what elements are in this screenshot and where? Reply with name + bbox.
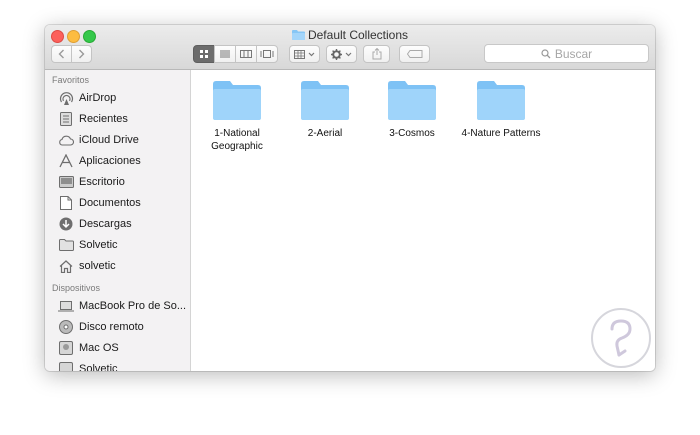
folder-name: 3-Cosmos: [389, 128, 435, 139]
window-title-text: Default Collections: [307, 28, 409, 42]
sidebar: Favoritos AirDrop Recientes iCloud Drive…: [45, 70, 191, 371]
folder-icon: [58, 237, 74, 253]
share-button[interactable]: [363, 45, 390, 63]
sidebar-item-label: Recientes: [79, 113, 128, 125]
sidebar-item-label: Disco remoto: [79, 321, 144, 333]
folder-item[interactable]: 4-Nature Patterns: [456, 80, 546, 140]
gallery-view-button[interactable]: [256, 45, 278, 63]
sidebar-item-label: Solvetic: [79, 239, 118, 251]
file-browser[interactable]: 1-National Geographic 2-Aerial 3-Cosmos …: [191, 70, 655, 371]
sidebar-item-descargas[interactable]: Descargas: [58, 214, 190, 234]
sidebar-item-mac-os[interactable]: Mac OS: [58, 338, 190, 358]
sidebar-item-label: Solvetic: [79, 363, 118, 371]
sidebar-item-label: Mac OS: [79, 342, 119, 354]
tag-icon: [406, 50, 422, 58]
folder-item[interactable]: 3-Cosmos: [370, 80, 454, 140]
sidebar-item-label: solvetic: [79, 260, 116, 272]
list-view-button[interactable]: [214, 45, 236, 63]
home-icon: [58, 258, 74, 274]
chevron-left-icon: [58, 49, 64, 59]
search-icon: [541, 48, 551, 58]
desktop-icon: [58, 174, 74, 190]
drive-icon: [58, 361, 74, 371]
column-view-button[interactable]: [235, 45, 257, 63]
folder-icon: [477, 81, 525, 120]
applications-icon: [58, 153, 74, 169]
list-view-icon: [220, 50, 230, 58]
sidebar-item-label: iCloud Drive: [79, 134, 139, 146]
airdrop-icon: [58, 90, 74, 106]
finder-window: Default Collections Buscar Favoritos Air…: [45, 25, 655, 371]
sidebar-item-solvetic-home[interactable]: solvetic: [58, 256, 190, 276]
sidebar-item-label: AirDrop: [79, 92, 117, 104]
folder-item[interactable]: 1-National Geographic: [195, 80, 279, 153]
share-icon: [372, 48, 381, 60]
folder-name: 1-National Geographic: [211, 128, 263, 152]
folder-name: 2-Aerial: [307, 128, 343, 139]
back-button[interactable]: [51, 45, 72, 63]
chevron-down-icon: [308, 52, 315, 56]
search-field[interactable]: Buscar: [484, 44, 649, 63]
folder-icon: [301, 81, 349, 120]
tags-button[interactable]: [399, 45, 430, 63]
sidebar-item-disco-remoto[interactable]: Disco remoto: [58, 317, 190, 337]
sidebar-item-label: MacBook Pro de So...: [79, 300, 186, 312]
folder-icon: [388, 81, 436, 120]
action-button[interactable]: [326, 45, 357, 63]
forward-button[interactable]: [71, 45, 92, 63]
document-icon: [58, 195, 74, 211]
sidebar-item-airdrop[interactable]: AirDrop: [58, 88, 190, 108]
sidebar-item-label: Aplicaciones: [79, 155, 141, 167]
column-view-icon: [240, 50, 252, 58]
title-bar[interactable]: Default Collections Buscar: [45, 25, 655, 70]
sidebar-item-solvetic-drive[interactable]: Solvetic: [58, 359, 190, 371]
sidebar-item-solvetic-folder[interactable]: Solvetic: [58, 235, 190, 255]
laptop-icon: [58, 298, 74, 314]
group-button[interactable]: [289, 45, 320, 63]
sidebar-section-devices: Dispositivos: [52, 283, 101, 293]
gallery-view-icon: [260, 50, 274, 58]
disc-icon: [58, 319, 74, 335]
group-grid-icon: [294, 49, 305, 59]
sidebar-item-macbook[interactable]: MacBook Pro de So...: [58, 296, 190, 316]
sidebar-item-escritorio[interactable]: Escritorio: [58, 172, 190, 192]
chevron-down-icon: [345, 52, 352, 56]
folder-icon: [213, 81, 261, 120]
sidebar-item-recientes[interactable]: Recientes: [58, 109, 190, 129]
sidebar-item-label: Descargas: [79, 218, 132, 230]
sidebar-item-icloud-drive[interactable]: iCloud Drive: [58, 130, 190, 150]
sidebar-item-aplicaciones[interactable]: Aplicaciones: [58, 151, 190, 171]
folder-icon: [291, 30, 305, 40]
view-mode-control: [193, 45, 278, 63]
search-placeholder: Buscar: [554, 46, 593, 61]
cloud-icon: [58, 132, 74, 148]
chevron-right-icon: [79, 49, 85, 59]
sidebar-section-favorites: Favoritos: [52, 75, 90, 85]
window-title: Default Collections: [45, 28, 655, 42]
folder-name: 4-Nature Patterns: [461, 128, 541, 139]
solvetic-logo: [591, 308, 651, 368]
nav-buttons: [51, 45, 92, 63]
download-icon: [58, 216, 74, 232]
sidebar-item-label: Escritorio: [79, 176, 125, 188]
icon-view-button[interactable]: [193, 45, 215, 63]
icon-view-icon: [200, 50, 208, 58]
drive-icon: [58, 340, 74, 356]
sidebar-item-label: Documentos: [79, 197, 141, 209]
gear-icon: [331, 48, 342, 60]
sidebar-item-documentos[interactable]: Documentos: [58, 193, 190, 213]
recents-icon: [58, 111, 74, 127]
folder-item[interactable]: 2-Aerial: [283, 80, 367, 140]
